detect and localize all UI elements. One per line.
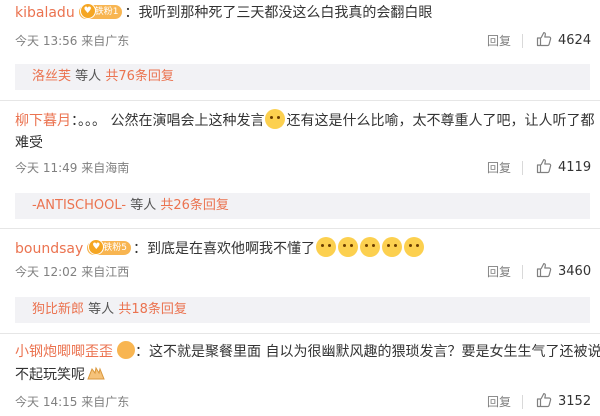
comment-separator: ： xyxy=(71,113,78,129)
like-button[interactable]: 4119 xyxy=(536,158,592,177)
comment-body-line2: 不起玩笑呢 xyxy=(15,365,590,385)
reply-user[interactable]: 狗比新郎 xyxy=(32,302,84,317)
comment-divider xyxy=(0,228,600,229)
comment-body-line2: 难受 xyxy=(15,133,590,153)
sweat-emoji-icon xyxy=(381,237,402,257)
thumbs-up-icon xyxy=(536,262,552,277)
reply-button[interactable]: 回复 xyxy=(487,159,511,177)
comment-meta: 今天 12:02 来自江西 xyxy=(15,263,129,281)
like-count: 4624 xyxy=(558,33,592,48)
like-button[interactable]: 3152 xyxy=(536,392,592,411)
reply-count[interactable]: 共26条回复 xyxy=(160,198,229,213)
comment-text-end: 难受 xyxy=(15,135,43,151)
comment-text: 到底是在喜欢他啊我不懂了 xyxy=(146,241,315,257)
reply-summary[interactable]: 洛丝芙 等人 共76条回复 xyxy=(15,64,590,90)
comment-body: kibaladu ♥ 铁粉1 ：我听到那种死了三天都没这么白我真的会翻白眼 xyxy=(15,3,590,23)
comment-location: 来自海南 xyxy=(81,161,130,175)
like-count: 3152 xyxy=(558,394,592,409)
comment-location: 来自广东 xyxy=(81,34,130,48)
like-button[interactable]: 3460 xyxy=(536,262,592,281)
comment-separator: ： xyxy=(135,344,149,360)
comment-body: boundsay ♥ 铁粉5 ：到底是在喜欢他啊我不懂了 xyxy=(15,237,590,259)
reply-button[interactable]: 回复 xyxy=(487,32,511,50)
reply-user[interactable]: -ANTISCHOOL- xyxy=(32,198,126,213)
comment-location: 来自广东 xyxy=(81,395,130,409)
comment-divider xyxy=(0,100,600,101)
divider xyxy=(522,34,523,48)
sweat-emoji-icon xyxy=(265,109,286,129)
comment-username[interactable]: 柳下暮月 xyxy=(15,113,71,129)
comment-username[interactable]: 小钢炮唧唧歪歪 xyxy=(15,344,113,360)
fan-badge-icon[interactable] xyxy=(117,341,135,359)
like-count: 3460 xyxy=(558,264,592,279)
sweat-emoji-icon xyxy=(403,237,424,257)
comment-time: 今天 13:56 xyxy=(15,34,78,48)
comment-time: 今天 12:02 xyxy=(15,265,78,279)
comment-time: 今天 11:49 xyxy=(15,161,78,175)
comment-text: 。。。 公然在演唱会上这种发言 xyxy=(78,113,265,129)
like-button[interactable]: 4624 xyxy=(536,31,592,50)
reply-button[interactable]: 回复 xyxy=(487,263,511,281)
comment-meta: 今天 11:49 来自海南 xyxy=(15,159,129,177)
thumbs-up-icon xyxy=(536,31,552,46)
divider xyxy=(522,161,523,175)
thumbs-up-icon xyxy=(536,158,552,173)
reply-user[interactable]: 洛丝芙 xyxy=(32,69,71,84)
fan-badge-icon[interactable]: ♥ 铁粉1 xyxy=(78,3,123,19)
comment-body: 柳下暮月：。。。 公然在演唱会上这种发言 还有这是什么比喻，太不尊重人了吧，让人听… xyxy=(15,109,594,131)
comment-username[interactable]: kibaladu xyxy=(15,5,75,21)
comment-text: 我听到那种死了三天都没这么白我真的会翻白眼 xyxy=(138,5,433,21)
reply-button[interactable]: 回复 xyxy=(487,393,511,411)
comment-location: 来自江西 xyxy=(81,265,130,279)
comment-divider xyxy=(0,333,600,334)
divider xyxy=(522,395,523,409)
comment-text-cont: 还有这是什么比喻，太不尊重人了吧，让人听了都 xyxy=(286,113,595,129)
reply-others: 等人 xyxy=(75,69,102,84)
reply-others: 等人 xyxy=(88,302,115,317)
comment-meta: 今天 13:56 来自广东 xyxy=(15,32,129,50)
reply-count[interactable]: 共76条回复 xyxy=(105,69,174,84)
comment-separator: ： xyxy=(124,5,139,21)
comment-username[interactable]: boundsay xyxy=(15,241,83,257)
like-count: 4119 xyxy=(558,160,592,175)
comment-meta: 今天 14:15 来自广东 xyxy=(15,393,129,411)
comment-body: 小钢炮唧唧歪歪 ：这不就是聚餐里面 自以为很幽默风趣的猥琐发言？要是女生生气了还被… xyxy=(15,341,600,362)
fan-badge-label: 铁粉5 xyxy=(103,243,127,253)
fan-badge-label: 铁粉1 xyxy=(94,7,119,17)
sweat-emoji-icon xyxy=(315,237,336,257)
sweat-emoji-icon xyxy=(359,237,380,257)
fan-badge-icon[interactable]: ♥ 铁粉5 xyxy=(87,239,131,255)
reply-others: 等人 xyxy=(130,198,157,213)
reply-summary[interactable]: -ANTISCHOOL- 等人 共26条回复 xyxy=(15,193,590,219)
divider xyxy=(522,265,523,279)
thumbs-up-icon xyxy=(536,392,552,407)
comment-text-end: 不起玩笑呢 xyxy=(15,367,85,383)
comment-text: 这不就是聚餐里面 自以为很幽默风趣的猥琐发言？要是女生生气了还被说开 xyxy=(149,344,600,360)
reply-count[interactable]: 共18条回复 xyxy=(118,302,187,317)
reply-summary[interactable]: 狗比新郎 等人 共18条回复 xyxy=(15,297,590,323)
comment-separator: ： xyxy=(132,241,147,257)
sweat-emoji-icon xyxy=(337,237,358,257)
comment-time: 今天 14:15 xyxy=(15,395,78,409)
clapping-hands-icon xyxy=(87,366,105,380)
